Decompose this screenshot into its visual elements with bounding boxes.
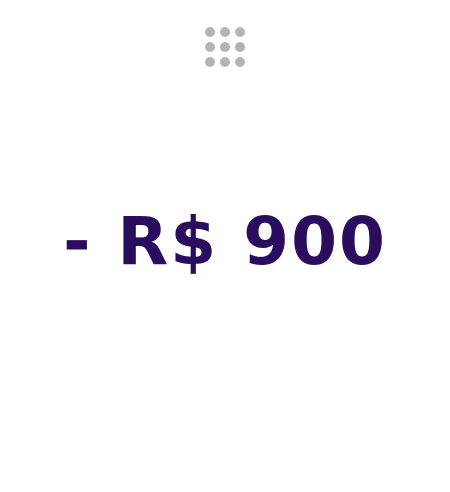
grid-dot (205, 42, 215, 52)
grid-dot (205, 27, 215, 37)
grid-dot (235, 57, 245, 67)
grid-dots-icon[interactable] (205, 27, 247, 69)
transaction-amount: - R$ 900 (63, 203, 387, 280)
grid-dot (205, 57, 215, 67)
grid-dot (220, 27, 230, 37)
grid-dot (235, 42, 245, 52)
transaction-screen: - R$ 900 (0, 0, 450, 492)
grid-dot (220, 57, 230, 67)
grid-dot (220, 42, 230, 52)
grid-dot (235, 27, 245, 37)
